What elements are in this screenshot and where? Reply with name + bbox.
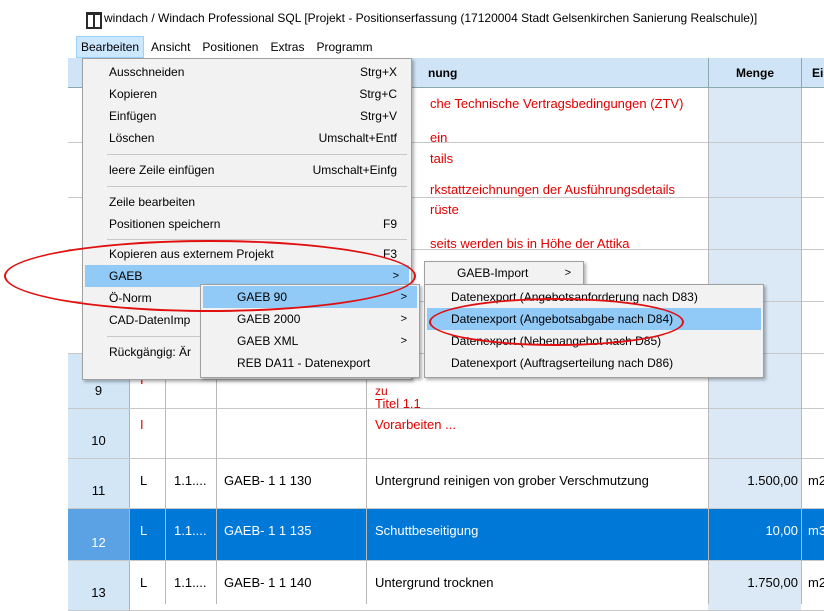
menu-item-export-d86[interactable]: Datenexport (Auftragserteilung nach D86) [427, 352, 761, 374]
row-einheit: m3 [808, 523, 824, 538]
export-submenu: Datenexport (Angebotsanforderung nach D8… [424, 284, 764, 378]
row-kurztext: GAEB- 1 1 130 [224, 473, 312, 488]
row-text: Schuttbeseitigung [375, 523, 479, 538]
menu-bearbeiten[interactable]: Bearbeiten [76, 36, 145, 58]
app-icon [86, 11, 102, 29]
row-menge: 1.500,00 [747, 473, 798, 488]
table-row-selected[interactable]: 12 L 1.1.... GAEB- 1 1 135 Schuttbeseiti… [68, 509, 824, 561]
row-text: Untergrund trocknen [375, 575, 494, 590]
menu-item-gaeb-xml[interactable]: GAEB XML > [203, 330, 417, 352]
row-number: 10 [68, 409, 130, 458]
menu-item-gaeb-import[interactable]: GAEB-Import > [427, 262, 581, 284]
row-kurztext: GAEB- 1 1 140 [224, 575, 312, 590]
row-menge: 1.750,00 [747, 575, 798, 590]
table-row[interactable]: 11 L 1.1.... GAEB- 1 1 130 Untergrund re… [68, 459, 824, 509]
menu-separator [107, 239, 407, 240]
row-type: L [140, 473, 148, 488]
menu-item-gaeb-2000[interactable]: GAEB 2000 > [203, 308, 417, 330]
gaeb-submenu: GAEB 90 > GAEB 2000 > GAEB XML > REB DA11 -… [200, 284, 420, 378]
menu-separator [107, 186, 407, 187]
chevron-right-icon: > [400, 291, 407, 303]
menu-item-loeschen[interactable]: Löschen Umschalt+Entf [85, 127, 409, 149]
row-number: 12 [68, 509, 130, 560]
row-oz: 1.1.... [174, 523, 207, 538]
row-number: 11 [68, 459, 130, 508]
row-einheit: m2 [808, 473, 824, 488]
menu-ansicht[interactable]: Ansicht [146, 36, 195, 58]
row-type: I [140, 417, 144, 432]
row-text: Untergrund reinigen von grober Verschmut… [375, 473, 649, 488]
menu-positionen[interactable]: Positionen [197, 36, 263, 58]
row-type: L [140, 523, 148, 538]
row-text: che Technische Vertragsbedingungen (ZTV) [430, 96, 684, 111]
row-text: rkstattzeichnungen der Ausführungsdetail… [430, 182, 675, 197]
header-menge[interactable]: Menge [708, 58, 801, 88]
menu-item-export-d83[interactable]: Datenexport (Angebotsanforderung nach D8… [427, 286, 761, 308]
menu-item-gaeb-90[interactable]: GAEB 90 > [203, 286, 417, 308]
menu-bar: Bearbeiten Ansicht Positionen Extras Pro… [68, 36, 824, 58]
menu-item-export-d85[interactable]: Datenexport (Nebenangebot nach D85) [427, 330, 761, 352]
menu-extras[interactable]: Extras [265, 36, 309, 58]
row-type: L [140, 575, 148, 590]
menu-item-einfuegen[interactable]: Einfügen Strg+V [85, 105, 409, 127]
header-einheit[interactable]: Ei [801, 58, 824, 88]
menu-programm[interactable]: Programm [311, 36, 377, 58]
menu-separator [107, 154, 407, 155]
menu-item-ausschneiden[interactable]: Ausschneiden Strg+X [85, 61, 409, 83]
row-kurztext: GAEB- 1 1 135 [224, 523, 312, 538]
chevron-right-icon: > [392, 270, 399, 282]
row-text: rüste [430, 202, 459, 217]
menu-item-reb-da11[interactable]: REB DA11 - Datenexport [203, 352, 417, 374]
row-number: 13 [68, 561, 130, 610]
row-oz: 1.1.... [174, 575, 207, 590]
menu-item-leere-zeile[interactable]: leere Zeile einfügen Umschalt+Einfg [85, 159, 409, 181]
row-oz: 1.1.... [174, 473, 207, 488]
menu-item-positionen-speichern[interactable]: Positionen speichern F9 [85, 213, 409, 235]
table-row[interactable]: 10 I Vorarbeiten ... [68, 409, 824, 459]
row-text: tails [430, 151, 454, 166]
title-bar: windach / Windach Professional SQL [Proj… [68, 0, 824, 36]
chevron-right-icon: > [564, 267, 571, 279]
row-text: Vorarbeiten ... [375, 417, 456, 432]
chevron-right-icon: > [400, 313, 407, 325]
menu-item-zeile-bearbeiten[interactable]: Zeile bearbeiten [85, 191, 409, 213]
row-menge: 10,00 [765, 523, 798, 538]
menu-item-kopieren-extern[interactable]: Kopieren aus externem Projekt F3 [85, 243, 409, 265]
menu-item-kopieren[interactable]: Kopieren Strg+C [85, 83, 409, 105]
row-text: seits werden bis in Höhe der Attika [430, 236, 630, 251]
window-title: windach / Windach Professional SQL [Proj… [104, 11, 758, 25]
gaeb-import-submenu: GAEB-Import > [424, 261, 584, 285]
chevron-right-icon: > [400, 335, 407, 347]
row-einheit: m2 [808, 575, 824, 590]
menu-item-export-d84[interactable]: Datenexport (Angebotsabgabe nach D84) [427, 308, 761, 330]
